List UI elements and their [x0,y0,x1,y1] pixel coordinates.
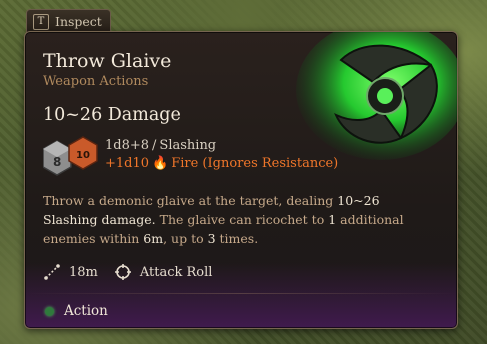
attack-roll-property: Attack Roll [114,263,213,281]
damage-type-label: Slashing [159,138,217,153]
damage-total: 10~26 Damage [43,105,181,125]
d8-face-label: 8 [53,155,61,169]
action-title: Throw Glaive [43,50,172,72]
attack-roll-label: Attack Roll [139,264,213,280]
action-cost-label: Action [64,303,108,319]
d10-face-label: 10 [76,150,90,161]
divider [25,293,457,294]
action-description: Throw a demonic glaive at the target, de… [43,193,404,246]
damage-line-slashing: 1d8+8 ∕ Slashing [105,138,216,153]
damage-dice-label: 1d8+8 [105,138,150,153]
action-cost: Action [45,303,108,319]
damage-line-fire: +1d10 🔥 Fire (Ignores Resistance) [105,156,338,171]
damage-type-label: Fire (Ignores Resistance) [171,156,339,171]
slashing-icon: ∕ [152,138,157,153]
action-tooltip: Throw Glaive Weapon Actions 10~26 Damage… [24,31,458,329]
action-properties: 18m Attack Roll [43,263,212,281]
crosshair-icon [114,264,131,280]
range-label: 18m [69,264,98,280]
range-property: 18m [43,263,98,281]
action-resource-icon [45,306,54,316]
damage-dice-label: +1d10 [105,156,150,171]
range-icon [44,264,60,280]
damage-dice-icon: 8 10 [43,136,98,176]
inspect-label: Inspect [55,14,102,29]
fire-icon: 🔥 [152,156,169,171]
action-category: Weapon Actions [43,74,149,89]
glaive-art-icon [296,32,457,160]
inspect-tab[interactable]: T Inspect [26,9,111,33]
key-t-icon: T [33,13,49,30]
